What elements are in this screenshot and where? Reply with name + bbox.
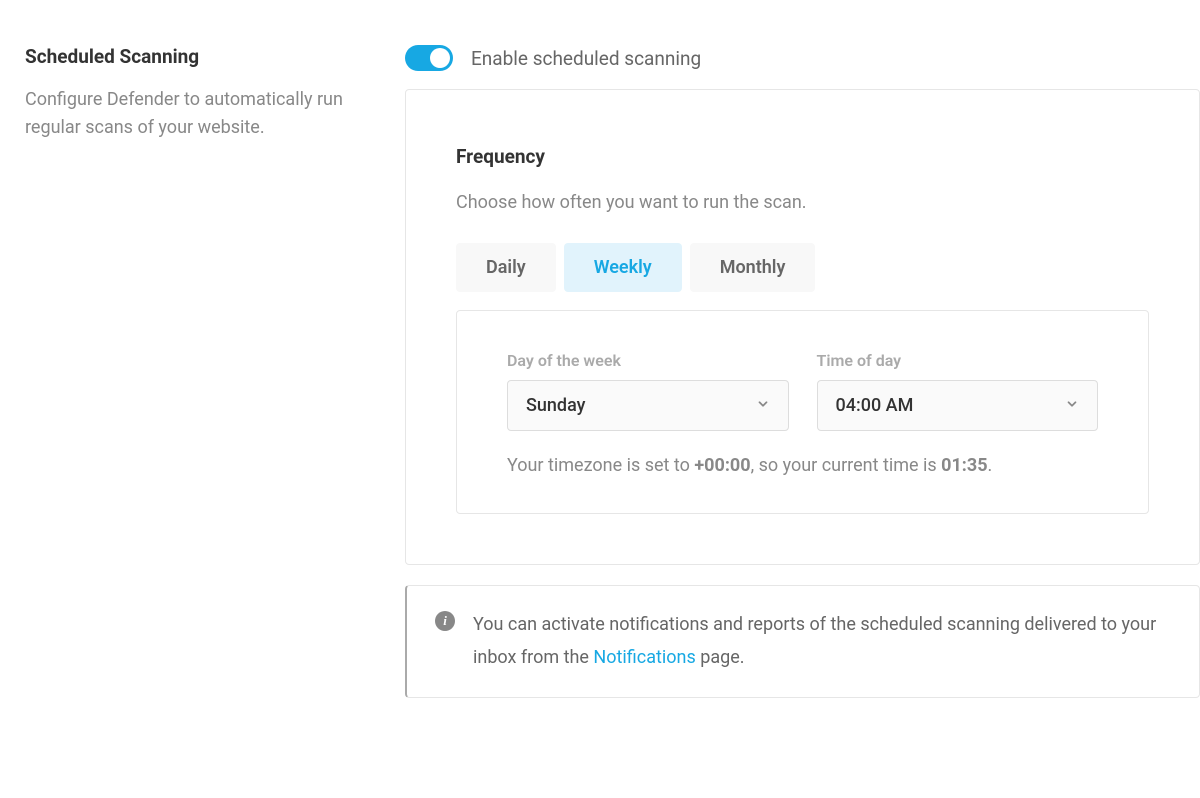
frequency-panel: Frequency Choose how often you want to r…	[405, 89, 1200, 565]
day-label: Day of the week	[507, 351, 789, 370]
day-select-value: Sunday	[526, 395, 585, 416]
section-content: Enable scheduled scanning Frequency Choo…	[405, 45, 1200, 698]
section-title: Scheduled Scanning	[25, 45, 365, 68]
time-label: Time of day	[817, 351, 1099, 370]
info-box: i You can activate notifications and rep…	[405, 585, 1200, 698]
timezone-value: +00:00	[694, 455, 750, 476]
section-description: Configure Defender to automatically run …	[25, 86, 365, 142]
day-field: Day of the week Sunday	[507, 351, 789, 431]
info-text: You can activate notifications and repor…	[473, 608, 1171, 675]
info-icon: i	[435, 611, 455, 631]
enable-toggle-label: Enable scheduled scanning	[471, 47, 701, 70]
time-select[interactable]: 04:00 AM	[817, 380, 1099, 431]
frequency-tabs: Daily Weekly Monthly	[456, 243, 1149, 292]
timezone-note: Your timezone is set to +00:00, so your …	[507, 453, 1098, 478]
time-select-value: 04:00 AM	[836, 395, 914, 416]
chevron-down-icon	[756, 396, 770, 416]
frequency-subtext: Choose how often you want to run the sca…	[456, 192, 1149, 213]
chevron-down-icon	[1065, 396, 1079, 416]
time-field: Time of day 04:00 AM	[817, 351, 1099, 431]
frequency-heading: Frequency	[456, 145, 1149, 168]
tab-weekly[interactable]: Weekly	[564, 243, 682, 292]
tab-monthly[interactable]: Monthly	[690, 243, 816, 292]
day-select[interactable]: Sunday	[507, 380, 789, 431]
enable-toggle-row: Enable scheduled scanning	[405, 45, 1200, 71]
notifications-link[interactable]: Notifications	[593, 647, 695, 668]
section-sidebar: Scheduled Scanning Configure Defender to…	[25, 45, 365, 698]
toggle-knob	[430, 48, 450, 68]
schedule-fieldset: Day of the week Sunday Time of day 04:00…	[456, 310, 1149, 514]
enable-scheduled-scanning-toggle[interactable]	[405, 45, 453, 71]
current-time: 01:35	[941, 455, 987, 476]
tab-daily[interactable]: Daily	[456, 243, 556, 292]
